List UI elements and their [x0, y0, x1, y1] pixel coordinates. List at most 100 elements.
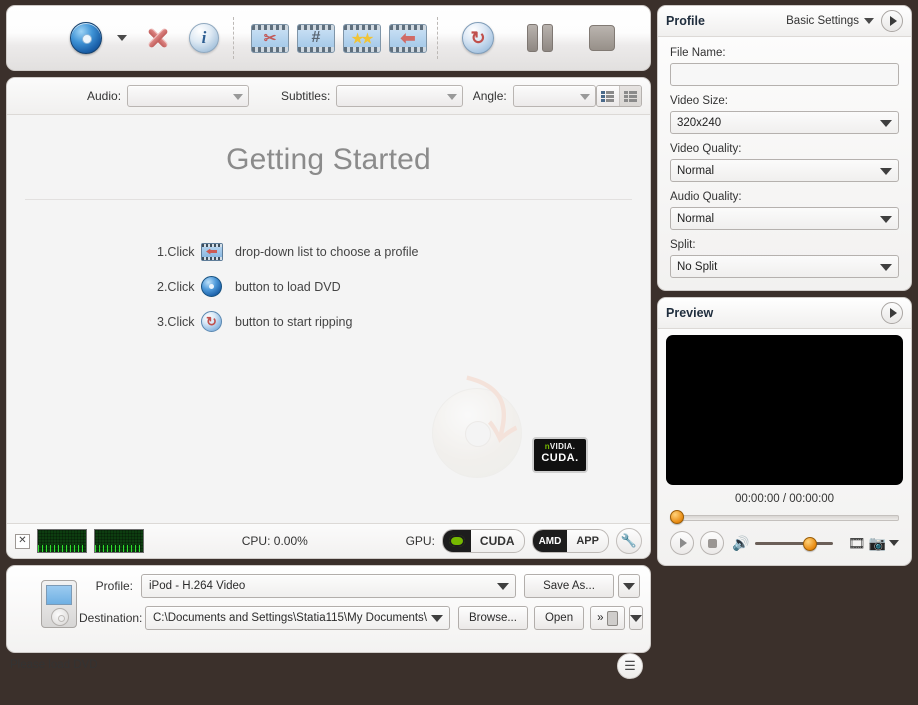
- toolbar-divider: [233, 17, 235, 59]
- view-mode-toggle[interactable]: [596, 85, 642, 107]
- trim-button[interactable]: ✂: [247, 15, 293, 61]
- amd-app-label: APP: [576, 535, 599, 547]
- toolbar-group-transport: ↻: [455, 6, 625, 70]
- cuda-toggle[interactable]: CUDA: [441, 529, 525, 553]
- angle-select[interactable]: [512, 85, 597, 107]
- save-as-dropdown-button[interactable]: [617, 574, 640, 598]
- split-select[interactable]: No Split: [670, 255, 899, 278]
- start-ripping-button[interactable]: ↻: [455, 15, 501, 61]
- file-name-input[interactable]: [670, 63, 899, 86]
- preview-screen[interactable]: [666, 335, 903, 485]
- disc-watermark: ⤵: [432, 371, 532, 480]
- load-dvd-button[interactable]: [63, 15, 109, 61]
- profile-select-value: iPod - H.264 Video: [149, 580, 246, 592]
- pause-button[interactable]: [517, 15, 563, 61]
- chevron-down-icon: [880, 263, 892, 271]
- rip-icon: ↻: [462, 22, 494, 54]
- crop-button[interactable]: #: [293, 15, 339, 61]
- save-as-button[interactable]: Save As...: [524, 574, 614, 598]
- play-icon: [679, 538, 687, 548]
- volume-track: [755, 542, 834, 545]
- video-size-select[interactable]: 320x240: [670, 111, 899, 134]
- device-dropdown-button[interactable]: [628, 606, 643, 630]
- chevron-down-icon: [880, 215, 892, 223]
- preview-controls: 🔊 🎞 📷: [658, 523, 911, 565]
- video-size-value: 320x240: [677, 116, 722, 129]
- load-dvd-dropdown-button[interactable]: [109, 15, 135, 61]
- effect-snapshot-icon[interactable]: 🎞: [848, 535, 866, 552]
- settings-mode-label: Basic Settings: [786, 15, 859, 27]
- volume-handle[interactable]: [803, 537, 818, 551]
- amd-app-toggle[interactable]: AMD APP: [531, 529, 609, 553]
- merge-icon: ⬅: [389, 23, 427, 53]
- track-select-bar: Audio: Subtitles: Angle:: [7, 78, 650, 115]
- view-mode-thumbnail-button[interactable]: [597, 86, 619, 106]
- effect-button[interactable]: ✭✭: [339, 15, 385, 61]
- audio-select[interactable]: [127, 85, 249, 107]
- profile-panel-title: Profile: [666, 14, 705, 28]
- split-value: No Split: [677, 260, 718, 273]
- nvidia-name: VIDIA.: [549, 442, 576, 451]
- audio-quality-select[interactable]: Normal: [670, 207, 899, 230]
- toolbar-group-source: i: [7, 6, 227, 70]
- status-bar: Please load DVD ☰: [6, 653, 651, 681]
- audio-label: Audio:: [87, 89, 122, 103]
- step-icon-slot: [201, 242, 235, 261]
- subtitles-select[interactable]: [336, 85, 463, 107]
- amd-logo: AMD: [532, 530, 568, 552]
- step-text: button to load DVD: [235, 279, 341, 294]
- chevron-right-icon: [889, 308, 897, 318]
- seek-slider[interactable]: [670, 509, 899, 524]
- pause-icon: [527, 24, 553, 52]
- chevron-down-icon[interactable]: [889, 540, 899, 546]
- right-column: Profile Basic Settings File Name: Video …: [657, 5, 912, 624]
- profile-row: Profile: iPod - H.264 Video Save As...: [79, 574, 640, 598]
- merge-button[interactable]: ⬅: [385, 15, 431, 61]
- preview-panel-title: Preview: [666, 306, 714, 320]
- nvidia-eye-icon: [442, 530, 471, 552]
- application-window: i ✂ # ✭✭ ⬅ ↻ Audio: Subtitles: Angle: Ge…: [0, 0, 918, 679]
- resource-monitor-bar: ✕ CPU: 0.00% GPU: CUDA AMD APP 🔧: [7, 523, 650, 558]
- preview-panel-collapse-button[interactable]: [881, 302, 903, 324]
- page-title: Getting Started: [226, 143, 431, 176]
- open-button[interactable]: Open: [533, 606, 585, 630]
- video-quality-value: Normal: [677, 164, 715, 177]
- settings-mode-dropdown[interactable]: Basic Settings: [786, 15, 874, 27]
- volume-icon[interactable]: 🔊: [732, 535, 749, 552]
- video-quality-select[interactable]: Normal: [670, 159, 899, 182]
- wrench-icon[interactable]: 🔧: [615, 528, 642, 554]
- dvd-disc-icon: [70, 22, 102, 54]
- step-icon-slot: [201, 276, 235, 297]
- crop-icon: #: [297, 23, 335, 53]
- browse-button[interactable]: Browse...: [458, 606, 528, 630]
- audio-quality-label: Audio Quality:: [670, 191, 742, 203]
- preview-panel-header: Preview: [658, 298, 911, 329]
- close-disc-button[interactable]: [135, 15, 181, 61]
- getting-started-stage: Getting Started 1.Click drop-down list t…: [7, 115, 650, 523]
- profile-dropdown-icon: [201, 242, 223, 261]
- log-icon[interactable]: ☰: [617, 653, 643, 679]
- title-divider: [25, 199, 632, 200]
- profile-panel: Profile Basic Settings File Name: Video …: [657, 5, 912, 291]
- volume-slider[interactable]: [755, 536, 834, 551]
- thumbnail-list-icon: [601, 90, 615, 102]
- destination-input[interactable]: C:\Documents and Settings\Statia115\My D…: [145, 606, 451, 630]
- close-monitor-checkbox[interactable]: ✕: [15, 533, 30, 549]
- chevron-down-icon: [446, 94, 457, 100]
- stop-preview-button[interactable]: [700, 531, 724, 555]
- step-number: 1.Click: [157, 244, 195, 259]
- step-number: 3.Click: [157, 314, 195, 329]
- profile-label: Profile:: [95, 579, 133, 593]
- view-mode-detail-button[interactable]: [618, 86, 641, 106]
- status-text: Please load DVD: [10, 659, 98, 671]
- device-transfer-button[interactable]: »: [590, 606, 625, 630]
- profile-select[interactable]: iPod - H.264 Video: [141, 574, 517, 598]
- play-button[interactable]: [670, 531, 694, 555]
- effect-icon: ✭✭: [343, 23, 381, 53]
- seek-handle[interactable]: [670, 510, 684, 524]
- camera-icon[interactable]: 📷: [869, 535, 886, 552]
- info-button[interactable]: i: [181, 15, 227, 61]
- profile-panel-collapse-button[interactable]: [881, 10, 903, 32]
- stop-button[interactable]: [579, 15, 625, 61]
- profile-panel-body: File Name: Video Size: 320x240 Video Qua…: [658, 37, 911, 290]
